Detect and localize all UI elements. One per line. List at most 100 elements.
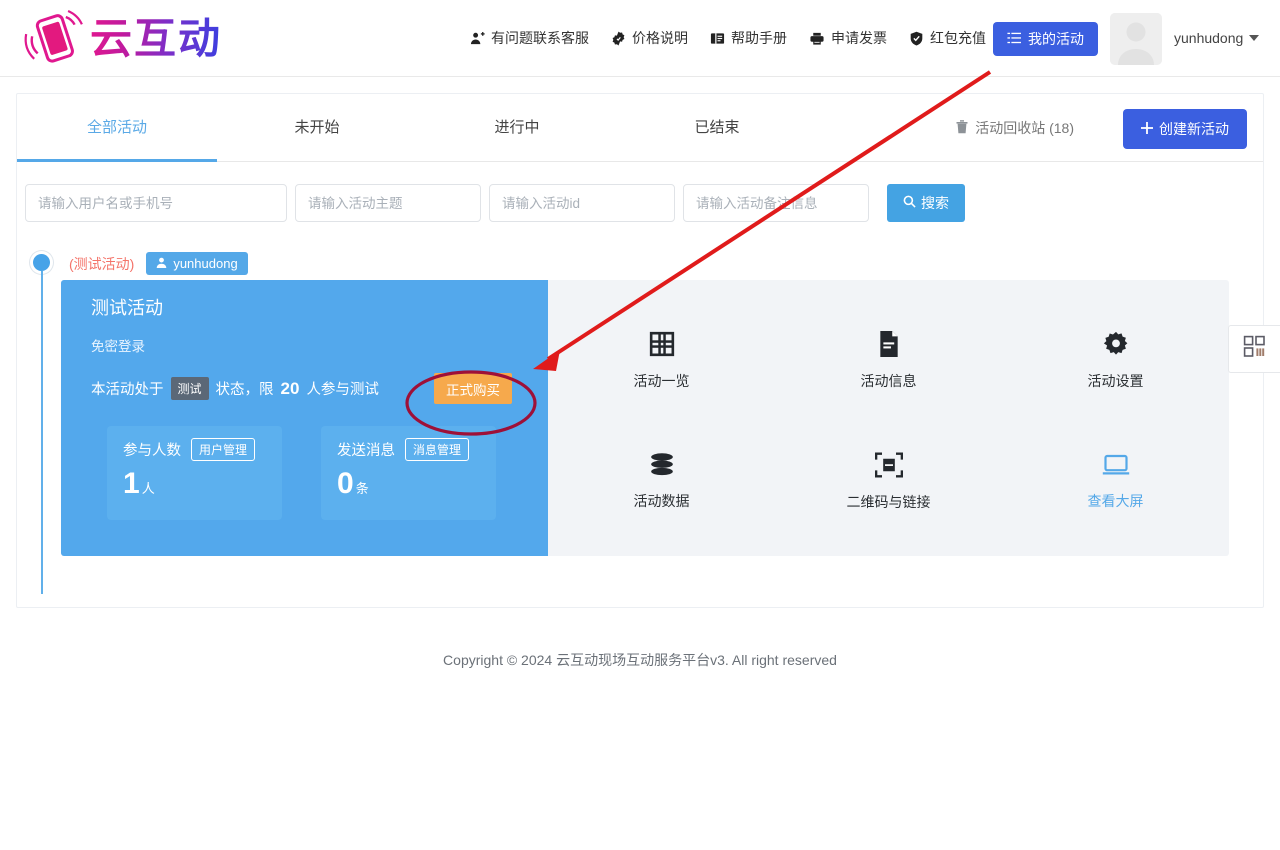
footer: Copyright © 2024 云互动现场互动服务平台v3. All righ…	[0, 650, 1280, 670]
plus-icon	[1141, 121, 1153, 137]
user-name-label: yunhudong	[1174, 30, 1244, 46]
search-input-topic[interactable]	[295, 184, 481, 222]
copyright-text: Copyright © 2024 云互动现场互动服务平台v3. All righ…	[443, 652, 837, 668]
stat-participants: 参与人数 用户管理 1人	[107, 426, 282, 520]
tab-label: 进行中	[494, 119, 540, 136]
search-input-activity-id[interactable]	[489, 184, 675, 222]
gear-icon	[1103, 331, 1129, 360]
document-icon	[877, 330, 901, 360]
search-button-label: 搜索	[921, 195, 949, 211]
search-bar: 搜索	[25, 184, 965, 222]
activity-meta: (测试活动) yunhudong	[69, 252, 248, 275]
status-limit-number: 20	[280, 378, 300, 398]
stat-unit: 人	[141, 481, 155, 496]
phone-motion-icon	[22, 8, 84, 70]
timeline-line	[40, 271, 43, 594]
action-label: 二维码与链接	[846, 493, 931, 510]
action-label: 查看大屏	[1087, 492, 1144, 509]
stat-label: 发送消息	[337, 443, 395, 459]
user-icon	[156, 256, 167, 271]
action-view-bigscreen[interactable]: 查看大屏	[1088, 453, 1144, 511]
nav-item-invoice[interactable]: 申请发票	[809, 28, 887, 48]
tab-label: 全部活动	[86, 119, 147, 136]
tab-in-progress[interactable]: 进行中	[417, 94, 617, 161]
action-label: 活动设置	[1087, 372, 1144, 389]
create-activity-button[interactable]: 创建新活动	[1123, 109, 1247, 149]
logo-text: 云互动	[90, 11, 222, 67]
message-management-button[interactable]: 消息管理	[405, 438, 470, 461]
action-qrcode-link[interactable]: 二维码与链接	[846, 451, 931, 512]
top-navigation: 有问题联系客服 价格说明 帮助手册 申请发票 红包充值	[470, 28, 986, 48]
stat-messages: 发送消息 消息管理 0条	[321, 426, 496, 520]
status-middle: 状态，限	[215, 382, 274, 398]
action-activity-overview[interactable]: 活动一览	[634, 331, 690, 391]
action-activity-info[interactable]: 活动信息	[860, 330, 917, 391]
activity-actions: 活动一览 活动信息 活动设置 活动数据 二维码与链接 查看大屏	[548, 280, 1229, 556]
printer-icon	[809, 31, 825, 46]
nav-item-manual[interactable]: 帮助手册	[710, 28, 787, 48]
nav-label: 价格说明	[632, 30, 688, 46]
search-input-user[interactable]	[25, 184, 287, 222]
side-panel-toggle[interactable]	[1228, 325, 1280, 373]
stat-label: 参与人数	[123, 443, 181, 459]
database-icon	[649, 452, 675, 480]
status-chip: 测试	[170, 377, 209, 400]
nav-item-recharge[interactable]: 红包充值	[909, 28, 986, 48]
my-activity-label: 我的活动	[1028, 31, 1084, 47]
search-button[interactable]: 搜索	[887, 184, 965, 222]
stat-value: 1	[123, 467, 140, 500]
action-label: 活动数据	[633, 492, 690, 509]
activity-owner-label: yunhudong	[173, 256, 238, 271]
status-suffix: 人参与测试	[306, 382, 379, 398]
trash-icon	[956, 119, 968, 137]
shield-check-icon	[909, 31, 924, 46]
qr-scan-icon	[874, 451, 903, 481]
action-activity-data[interactable]: 活动数据	[633, 452, 690, 511]
stat-value: 0	[337, 467, 354, 500]
user-management-button[interactable]: 用户管理	[191, 438, 256, 461]
my-activity-button[interactable]: 我的活动	[993, 22, 1098, 56]
activity-owner-badge[interactable]: yunhudong	[146, 252, 248, 275]
caret-down-icon	[1249, 35, 1260, 41]
logo[interactable]: 云互动	[22, 8, 222, 70]
nav-label: 帮助手册	[731, 30, 787, 46]
activity-card: 测试活动 免密登录 本活动处于 测试 状态，限 20 人参与测试 正式购买 参与…	[61, 280, 1229, 556]
user-menu[interactable]: yunhudong	[1174, 30, 1260, 46]
user-headset-icon	[470, 31, 485, 46]
recycle-bin-link[interactable]: 活动回收站 (18)	[956, 118, 1074, 138]
tab-all-activities[interactable]: 全部活动	[17, 94, 217, 162]
activity-status-line: 本活动处于 测试 状态，限 20 人参与测试	[91, 377, 379, 400]
app-header: 云互动 有问题联系客服 价格说明 帮助手册 申请发票 红包充值 我的活动 yun…	[0, 0, 1280, 77]
action-label: 活动信息	[860, 372, 917, 389]
activity-title: 测试活动	[91, 298, 163, 318]
book-icon	[710, 31, 725, 46]
apps-grid-icon	[1243, 335, 1267, 364]
formal-purchase-button[interactable]: 正式购买	[434, 373, 512, 404]
user-avatar-placeholder	[1110, 13, 1162, 65]
avatar[interactable]	[1110, 13, 1162, 65]
activity-subtitle: 免密登录	[91, 339, 145, 354]
timeline-dot	[33, 254, 50, 271]
nav-label: 红包充值	[930, 30, 986, 46]
price-badge-icon	[611, 31, 626, 46]
nav-item-pricing[interactable]: 价格说明	[611, 28, 688, 48]
content-panel: 全部活动 未开始 进行中 已结束 活动回收站 (18) 创建新活动 请输入用户名…	[16, 93, 1264, 608]
tab-finished[interactable]: 已结束	[617, 94, 817, 161]
grid-icon	[649, 331, 675, 360]
tab-bar: 全部活动 未开始 进行中 已结束 活动回收站 (18) 创建新活动	[17, 94, 1263, 162]
nav-label: 有问题联系客服	[491, 30, 589, 46]
tab-label: 已结束	[694, 119, 740, 136]
activity-card-left: 测试活动 免密登录 本活动处于 测试 状态，限 20 人参与测试 正式购买 参与…	[61, 280, 548, 556]
create-activity-label: 创建新活动	[1159, 121, 1229, 137]
recycle-bin-label: 活动回收站 (18)	[975, 120, 1074, 136]
activity-test-tag: (测试活动)	[69, 255, 135, 272]
nav-label: 申请发票	[831, 30, 887, 46]
search-icon	[903, 195, 916, 211]
search-input-remark[interactable]	[683, 184, 869, 222]
tab-not-started[interactable]: 未开始	[217, 94, 417, 161]
action-label: 活动一览	[633, 372, 690, 389]
stat-unit: 条	[355, 481, 369, 496]
nav-item-support[interactable]: 有问题联系客服	[470, 28, 589, 48]
action-activity-settings[interactable]: 活动设置	[1088, 331, 1144, 391]
tab-label: 未开始	[294, 119, 340, 136]
